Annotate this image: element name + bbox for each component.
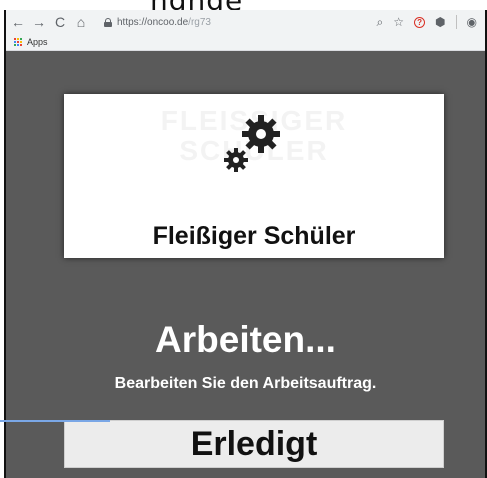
account-icon[interactable]: ◉ bbox=[467, 15, 477, 29]
url-path: /rg73 bbox=[188, 16, 211, 28]
address-bar: ← → C ⌂ https://oncoo.de /rg73 ⌕ ☆ ? ⬢ ◉ bbox=[6, 10, 485, 34]
back-icon[interactable]: ← bbox=[9, 13, 27, 31]
zoom-icon[interactable]: ⌕ bbox=[377, 15, 384, 30]
gears-icon bbox=[224, 115, 280, 172]
divider bbox=[455, 15, 457, 29]
status-subtitle: Bearbeiten Sie den Arbeitsauftrag. bbox=[114, 375, 377, 392]
bookmarks-bar: Apps bbox=[6, 34, 485, 51]
task-card: FLEISSIGER SCHÜLER Fleißiger Schüler bbox=[64, 94, 444, 258]
lock-icon bbox=[104, 17, 112, 27]
apps-label[interactable]: Apps bbox=[27, 37, 48, 47]
apps-icon[interactable] bbox=[14, 37, 23, 47]
forward-icon[interactable]: → bbox=[30, 13, 48, 31]
url-field[interactable]: https://oncoo.de /rg73 bbox=[98, 12, 368, 32]
toolbar-actions: ⌕ ☆ ? ⬢ ◉ bbox=[377, 15, 477, 30]
home-icon[interactable]: ⌂ bbox=[72, 13, 90, 31]
page-content: FLEISSIGER SCHÜLER Fleißiger Schüler Arb… bbox=[6, 51, 485, 478]
card-title: Fleißiger Schüler bbox=[152, 222, 356, 250]
star-icon[interactable]: ☆ bbox=[393, 15, 404, 29]
reload-icon[interactable]: C bbox=[51, 13, 69, 31]
url-host: https://oncoo.de bbox=[117, 16, 189, 28]
browser-window: ← → C ⌂ https://oncoo.de /rg73 ⌕ ☆ ? ⬢ ◉… bbox=[4, 10, 487, 478]
status-title: Arbeiten... bbox=[155, 319, 336, 360]
done-button[interactable]: Erledigt bbox=[64, 420, 444, 468]
accent-line bbox=[0, 420, 110, 422]
extension-icon[interactable]: ? bbox=[414, 16, 426, 28]
extension-puzzle-icon[interactable]: ⬢ bbox=[435, 15, 445, 29]
